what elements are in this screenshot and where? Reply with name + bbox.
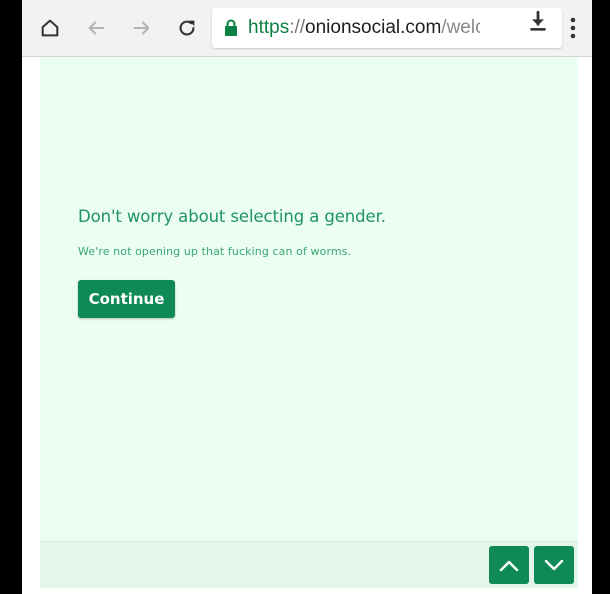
scroll-down-button[interactable] (534, 546, 574, 584)
download-icon (530, 10, 546, 31)
chevron-up-icon (499, 560, 519, 572)
page-subtext: We're not opening up that fucking can of… (78, 245, 352, 258)
url-scheme: https (248, 17, 290, 38)
download-button[interactable] (525, 8, 551, 34)
letterbox-left (0, 0, 22, 594)
letterbox-right (592, 0, 610, 594)
arrow-left-icon (88, 21, 105, 35)
lock-icon (225, 19, 237, 36)
bottom-edge (22, 588, 592, 594)
back-button[interactable] (82, 14, 110, 42)
continue-button[interactable]: Continue (78, 280, 175, 318)
home-icon (41, 19, 59, 37)
page-heading: Don't worry about selecting a gender. (78, 207, 386, 226)
url-path: /welc (441, 17, 480, 38)
chevron-down-icon (544, 559, 564, 571)
address-bar[interactable]: https://onionsocial.com/welc (212, 8, 562, 48)
forward-button[interactable] (128, 14, 156, 42)
home-button[interactable] (36, 14, 64, 42)
scroll-up-button[interactable] (489, 546, 529, 584)
url-separator: :// (289, 17, 306, 38)
reload-icon (179, 20, 195, 36)
reload-button[interactable] (173, 14, 201, 42)
more-vertical-icon (570, 17, 576, 39)
url-text[interactable]: https://onionsocial.com/welc (248, 17, 480, 39)
page-content: Don't worry about selecting a gender. We… (40, 57, 578, 541)
browser-toolbar: https://onionsocial.com/welc (22, 0, 592, 57)
browser-menu-button[interactable] (566, 14, 580, 42)
url-host: onionsocial.com (305, 17, 442, 38)
bottom-navigation-bar (40, 541, 578, 589)
arrow-right-icon (133, 21, 150, 35)
